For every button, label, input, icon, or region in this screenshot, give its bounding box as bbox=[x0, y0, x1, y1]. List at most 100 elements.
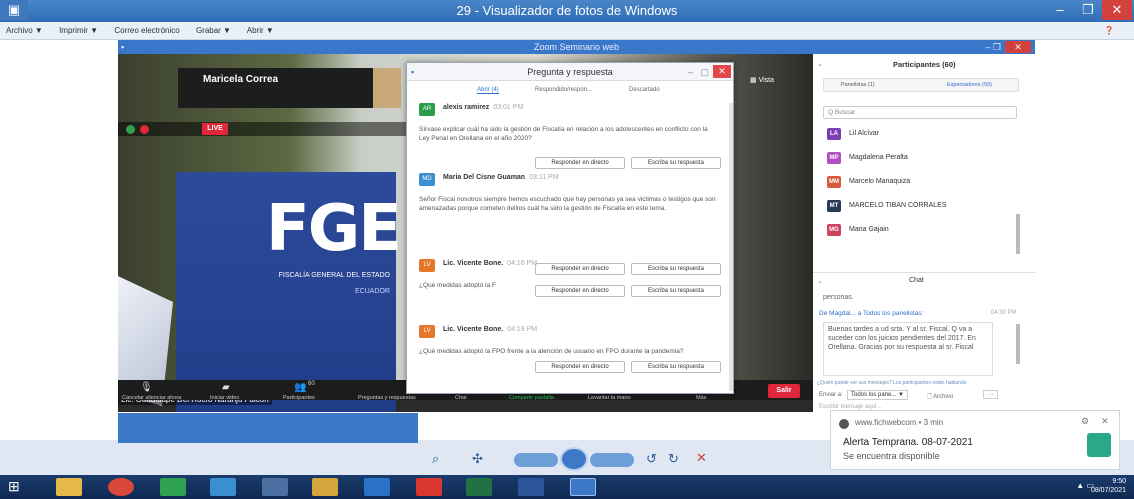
toast-title: Alerta Temprana. 08-07-2021 bbox=[843, 437, 973, 448]
collapse-chevron-icon[interactable]: ⌄ bbox=[817, 60, 823, 68]
poster-thumbnail bbox=[373, 68, 401, 108]
toolbar-more[interactable]: Más bbox=[696, 395, 706, 401]
qa-close-button[interactable]: ✕ bbox=[713, 65, 731, 78]
participant-name[interactable]: Lil Alcívar bbox=[849, 130, 879, 137]
chat-more-button[interactable]: ··· bbox=[983, 390, 998, 399]
avatar: LV bbox=[419, 325, 435, 338]
search-input[interactable]: Q Buscar bbox=[823, 106, 1017, 119]
menu-grabar[interactable]: Grabar ▼ bbox=[196, 26, 231, 35]
maximize-button[interactable]: ❐ bbox=[1074, 0, 1102, 20]
type-answer-button[interactable]: Escriba su respuesta bbox=[631, 361, 721, 373]
avatar: LV bbox=[419, 259, 435, 272]
rotate-right-icon[interactable]: ↻ bbox=[668, 451, 679, 467]
answer-live-button[interactable]: Responder en directo bbox=[535, 285, 625, 297]
chat-prev-message: personas. bbox=[823, 294, 854, 301]
chat-scrollbar[interactable] bbox=[1016, 324, 1020, 364]
taskbar-app[interactable] bbox=[160, 478, 186, 496]
toolbar-qa[interactable]: Preguntas y respuestas bbox=[358, 395, 416, 401]
banner-country: ECUADOR bbox=[354, 288, 390, 295]
filmstrip bbox=[118, 413, 418, 443]
zoom-close-button[interactable]: ✕ bbox=[1005, 41, 1031, 53]
live-badge: LIVE bbox=[202, 123, 228, 135]
rotate-left-icon[interactable]: ↺ bbox=[646, 451, 657, 467]
tab-panelists[interactable]: Panelistas (1) bbox=[841, 82, 875, 88]
taskbar-excel[interactable] bbox=[466, 478, 492, 496]
taskbar-chrome[interactable] bbox=[108, 478, 134, 496]
participant-name[interactable]: Magdalena Peralta bbox=[849, 154, 908, 161]
toolbar-participants[interactable]: Participantes bbox=[283, 395, 315, 401]
qa-scrollbar[interactable] bbox=[729, 103, 733, 391]
answer-live-button[interactable]: Responder en directo bbox=[535, 157, 625, 169]
qa-tab-dismissed[interactable]: Descartado bbox=[629, 87, 660, 93]
file-button[interactable]: 🗋 Archivo bbox=[927, 392, 953, 402]
status-strip bbox=[118, 122, 418, 136]
question-text: ¿Qué medidas adoptó la FPO frente a la a… bbox=[419, 348, 684, 355]
video-icon[interactable]: ▰ bbox=[222, 382, 230, 393]
qa-maximize-button[interactable]: ▢ bbox=[700, 63, 709, 81]
menu-abrir[interactable]: Abrir ▼ bbox=[247, 26, 274, 35]
close-button[interactable]: ✕ bbox=[1102, 0, 1132, 20]
taskbar-app[interactable] bbox=[210, 478, 236, 496]
participants-icon[interactable]: 👥 bbox=[294, 382, 306, 393]
answer-live-button[interactable]: Responder en directo bbox=[535, 263, 625, 275]
toast-settings-icon[interactable]: ⚙ bbox=[1081, 416, 1089, 427]
leave-button[interactable]: Salir bbox=[768, 384, 800, 398]
menu-imprimir[interactable]: Imprimir ▼ bbox=[59, 26, 98, 35]
participant-name[interactable]: Marcelo Manaquiza bbox=[849, 178, 910, 185]
question-time: 04:19 PM bbox=[507, 326, 538, 333]
start-button[interactable]: ⊞ bbox=[8, 478, 26, 496]
notification-toast[interactable]: www.fichwebcom • 3 min ✕ ⚙ Alerta Tempra… bbox=[830, 410, 1120, 470]
author-name: alexis ramirez bbox=[443, 104, 490, 111]
fit-icon[interactable]: ✣ bbox=[472, 451, 483, 467]
participant-name[interactable]: MARCELO TIBAN CORRALES bbox=[849, 202, 947, 209]
browser-icon bbox=[839, 419, 849, 429]
taskbar-acrobat[interactable] bbox=[416, 478, 442, 496]
type-answer-button[interactable]: Escriba su respuesta bbox=[631, 285, 721, 297]
menu-correo[interactable]: Correo electrónico bbox=[114, 26, 179, 35]
menu-archivo[interactable]: Archivo ▼ bbox=[6, 26, 43, 35]
question-time: 03:01 PM bbox=[493, 104, 524, 111]
answer-live-button[interactable]: Responder en directo bbox=[535, 361, 625, 373]
previous-button[interactable] bbox=[514, 453, 558, 467]
zoom-title: Zoom Seminario web bbox=[533, 42, 620, 52]
zoom-min-button[interactable]: – ❐ bbox=[985, 40, 1001, 54]
slideshow-button[interactable] bbox=[560, 447, 588, 471]
clock[interactable]: 9:50 08/07/2021 bbox=[1091, 477, 1126, 495]
send-to-select[interactable]: Todos los pane... ▼ bbox=[847, 390, 908, 400]
minimize-button[interactable]: – bbox=[1046, 0, 1074, 20]
zoom-icon[interactable]: ⌕ bbox=[432, 451, 439, 467]
taskbar-outlook[interactable] bbox=[364, 478, 390, 496]
type-answer-button[interactable]: Escriba su respuesta bbox=[631, 157, 721, 169]
delete-icon[interactable]: ✕ bbox=[696, 450, 707, 466]
qa-tab-answered[interactable]: Respondido/respon... bbox=[535, 87, 592, 93]
taskbar-app[interactable] bbox=[262, 478, 288, 496]
taskbar-explorer[interactable] bbox=[56, 478, 82, 496]
qa-minimize-button[interactable]: – bbox=[688, 63, 693, 81]
window-title: 29 - Visualizador de fotos de Windows bbox=[456, 3, 678, 18]
chat-notice: ¿Quién puede ver sus mensajes? Los parti… bbox=[817, 380, 967, 386]
toast-close-icon[interactable]: ✕ bbox=[1101, 416, 1109, 427]
shield-icon bbox=[126, 125, 135, 134]
zoom-title-bar: Zoom Seminario web ▪ – ❐ ✕ bbox=[118, 40, 1035, 54]
tab-attendees[interactable]: Espectadores (59) bbox=[947, 82, 992, 88]
taskbar-app[interactable] bbox=[312, 478, 338, 496]
chat-collapse-icon[interactable]: ⌄ bbox=[817, 277, 823, 285]
view-button[interactable]: ▦ Vista bbox=[750, 76, 774, 84]
participant-name[interactable]: Maria Gajain bbox=[849, 226, 889, 233]
toolbar-share[interactable]: Compartir pantalla bbox=[509, 395, 554, 401]
type-answer-button[interactable]: Escriba su respuesta bbox=[631, 263, 721, 275]
taskbar-photo-viewer[interactable] bbox=[570, 478, 596, 496]
qa-app-icon: ▪ bbox=[411, 67, 415, 77]
participants-count: 60 bbox=[308, 381, 315, 387]
toolbar-mute[interactable]: Cancelar silenciar ahora bbox=[122, 395, 181, 401]
taskbar-word[interactable] bbox=[518, 478, 544, 496]
toolbar-raise-hand[interactable]: Levantar la mano bbox=[588, 395, 631, 401]
microphone-icon[interactable]: 🎙 bbox=[140, 382, 153, 393]
toolbar-chat[interactable]: Chat bbox=[455, 395, 467, 401]
qa-tab-open[interactable]: Abrir (4) bbox=[477, 87, 499, 94]
help-icon[interactable]: ❓ bbox=[1104, 22, 1114, 40]
list-scrollbar[interactable] bbox=[1016, 214, 1020, 254]
next-button[interactable] bbox=[590, 453, 634, 467]
toolbar-video[interactable]: Iniciar video bbox=[210, 395, 239, 401]
participants-title: Participantes (60) bbox=[893, 60, 956, 69]
